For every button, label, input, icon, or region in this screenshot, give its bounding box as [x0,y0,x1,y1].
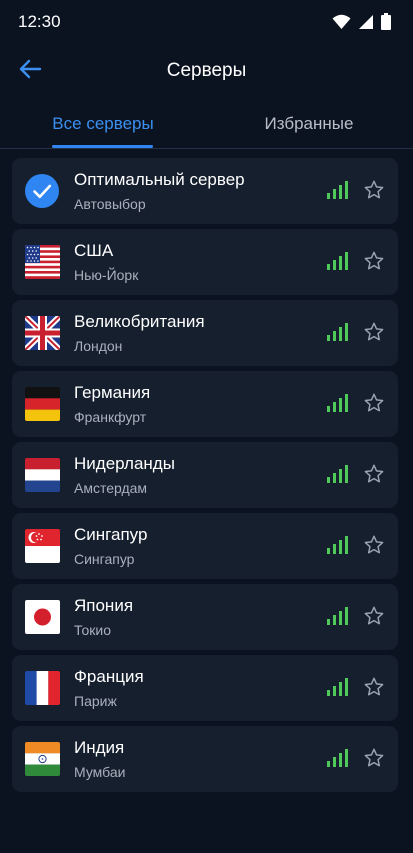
flag-netherlands-icon [25,458,60,492]
signal-strength-icon [327,678,348,696]
page-title: Серверы [166,60,247,81]
tab-divider [0,148,413,149]
server-row-germany[interactable]: Германия Франкфурт [12,371,398,437]
server-location: Автовыбор [74,196,146,212]
server-row-singapore[interactable]: Сингапур Сингапур [12,513,398,579]
server-location: Париж [74,693,117,709]
star-icon[interactable] [363,392,385,414]
cellular-signal-icon [359,14,373,29]
flag-france-icon [25,671,60,705]
tab-all-servers[interactable]: Все серверы [0,104,206,148]
flag-india-icon [25,742,60,776]
star-icon[interactable] [363,321,385,343]
status-icons [332,13,391,30]
flag-japan-icon [25,600,60,634]
server-list: Оптимальный сервер Автовыбор США Нью-Йор… [12,158,398,797]
server-location: Сингапур [74,551,135,567]
signal-strength-icon [327,252,348,270]
server-location: Франкфурт [74,409,147,425]
server-row-optimal[interactable]: Оптимальный сервер Автовыбор [12,158,398,224]
servers-screen: 12:30 Серверы Все серверы Избранные Опти… [0,0,413,853]
server-name: Франция [74,667,144,686]
server-location: Лондон [74,338,123,354]
flag-germany-icon [25,387,60,421]
signal-strength-icon [327,607,348,625]
server-location: Токио [74,622,111,638]
signal-strength-icon [327,323,348,341]
signal-strength-icon [327,749,348,767]
signal-strength-icon [327,394,348,412]
star-icon[interactable] [363,747,385,769]
signal-strength-icon [327,465,348,483]
signal-strength-icon [327,181,348,199]
star-icon[interactable] [363,179,385,201]
app-bar: Серверы [0,46,413,96]
server-location: Амстердам [74,480,148,496]
flag-singapore-icon [25,529,60,563]
signal-strength-icon [327,536,348,554]
server-name: Япония [74,596,134,615]
star-icon[interactable] [363,534,385,556]
star-icon[interactable] [363,605,385,627]
wifi-icon [332,14,351,29]
server-row-uk[interactable]: Великобритания Лондон [12,300,398,366]
server-name: Оптимальный сервер [74,170,245,189]
status-bar: 12:30 [0,0,413,46]
flag-uk-icon [25,316,60,350]
server-name: Индия [74,738,125,757]
server-name: Нидерланды [74,454,175,473]
server-name: США [74,241,114,260]
server-location: Нью-Йорк [74,267,139,283]
server-row-japan[interactable]: Япония Токио [12,584,398,650]
tab-bar: Все серверы Избранные [0,104,413,150]
star-icon[interactable] [363,250,385,272]
server-name: Германия [74,383,151,402]
check-circle-icon [25,174,59,208]
server-name: Сингапур [74,525,148,544]
star-icon[interactable] [363,463,385,485]
tab-favorites[interactable]: Избранные [206,104,412,148]
flag-usa-icon [25,245,60,279]
server-location: Мумбаи [74,764,126,780]
server-row-netherlands[interactable]: Нидерланды Амстердам [12,442,398,508]
star-icon[interactable] [363,676,385,698]
battery-icon [381,13,391,30]
server-row-france[interactable]: Франция Париж [12,655,398,721]
server-row-usa[interactable]: США Нью-Йорк [12,229,398,295]
server-name: Великобритания [74,312,205,331]
server-row-india[interactable]: Индия Мумбаи [12,726,398,792]
status-time: 12:30 [18,12,61,31]
